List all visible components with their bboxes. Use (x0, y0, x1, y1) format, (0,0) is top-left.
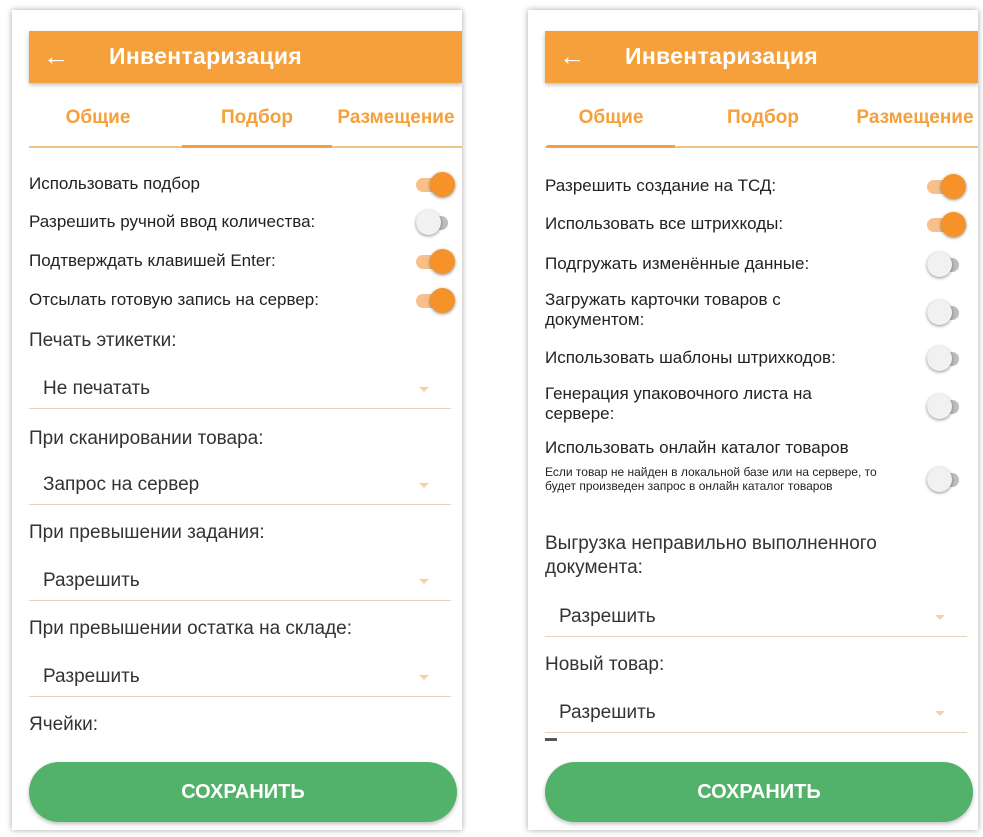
dropdown-caret-icon (419, 483, 429, 488)
setting-row: Разрешить создание на ТСД: (545, 174, 978, 200)
setting-label: Отсылать готовую запись на сервер: (29, 290, 319, 309)
dropdown-caret-icon (935, 615, 945, 620)
app-bar: ← Инвентаризация (29, 31, 462, 83)
select-value: Разрешить (559, 606, 656, 627)
print-label-select[interactable]: Не печатать (29, 372, 451, 409)
app-bar: ← Инвентаризация (545, 31, 978, 83)
label-cells: Ячейки: (29, 714, 99, 735)
label-upload-wrong-doc: Выгрузка неправильно выполненного докуме… (545, 533, 877, 578)
setting-label: Загружать карточки товаров с документом: (545, 290, 781, 329)
setting-label: Подгружать изменённые данные: (545, 254, 810, 273)
screen-general-settings: ← Инвентаризация Общие Подбор Размещение… (528, 10, 978, 830)
back-arrow-icon[interactable]: ← (559, 41, 585, 71)
page-title: Инвентаризация (625, 43, 819, 69)
packing-list-toggle[interactable] (927, 394, 961, 419)
setting-label: Подтверждать клавишей Enter: (29, 251, 276, 270)
tab-general[interactable]: Общие (547, 104, 675, 148)
clipped-text-fragment (545, 738, 557, 741)
confirm-enter-toggle[interactable] (416, 249, 455, 274)
manual-quantity-toggle[interactable] (416, 210, 450, 235)
label-new-product: Новый товар: (545, 654, 665, 675)
dropdown-caret-icon (419, 387, 429, 392)
setting-row: Использовать подбор (29, 172, 462, 198)
load-changed-data-toggle[interactable] (927, 252, 961, 277)
setting-label: Использовать шаблоны штрихкодов: (545, 348, 836, 367)
create-on-tsd-toggle[interactable] (927, 174, 966, 199)
label-task-exceed: При превышении задания: (29, 522, 265, 543)
tab-picking[interactable]: Подбор (703, 104, 823, 144)
select-value: Запрос на сервер (43, 474, 200, 495)
barcode-templates-toggle[interactable] (927, 346, 961, 371)
new-product-select[interactable]: Разрешить (545, 696, 967, 733)
load-product-cards-toggle[interactable] (927, 300, 961, 325)
setting-row: Генерация упаковочного листа на сервере: (545, 384, 978, 428)
save-button[interactable]: СОХРАНИТЬ (545, 762, 973, 822)
setting-label: Разрешить создание на ТСД: (545, 176, 777, 195)
use-picking-toggle[interactable] (416, 172, 455, 197)
setting-label: Генерация упаковочного листа на сервере: (545, 384, 812, 423)
setting-row: Подгружать изменённые данные: (545, 252, 978, 278)
label-scan: При сканировании товара: (29, 428, 264, 449)
all-barcodes-toggle[interactable] (927, 212, 966, 237)
select-value: Разрешить (43, 666, 140, 687)
upload-wrong-doc-select[interactable]: Разрешить (545, 600, 967, 637)
setting-label: Использовать все штрихкоды: (545, 214, 784, 233)
back-arrow-icon[interactable]: ← (43, 41, 69, 71)
setting-row: Подтверждать клавишей Enter: (29, 249, 462, 275)
tab-bar: Общие Подбор Размещение (29, 96, 462, 148)
select-value: Не печатать (43, 378, 151, 399)
setting-label: Разрешить ручной ввод количества: (29, 212, 316, 231)
setting-row: Загружать карточки товаров с документом: (545, 290, 978, 334)
tab-placement[interactable]: Размещение (845, 104, 978, 144)
setting-label: Использовать подбор (29, 174, 200, 193)
setting-row: Использовать онлайн каталог товаров Если… (545, 438, 978, 518)
page-title: Инвентаризация (109, 43, 303, 69)
setting-row: Отсылать готовую запись на сервер: (29, 288, 462, 314)
tab-bar: Общие Подбор Размещение (545, 96, 978, 148)
select-value: Разрешить (559, 702, 656, 723)
dropdown-caret-icon (419, 675, 429, 680)
send-record-toggle[interactable] (416, 288, 455, 313)
save-button[interactable]: СОХРАНИТЬ (29, 762, 457, 822)
stock-exceed-select[interactable]: Разрешить (29, 660, 451, 697)
setting-row: Использовать все штрихкоды: (545, 212, 978, 238)
dropdown-caret-icon (935, 711, 945, 716)
tab-picking[interactable]: Подбор (182, 104, 332, 148)
dropdown-caret-icon (419, 579, 429, 584)
setting-row: Использовать шаблоны штрихкодов: (545, 346, 978, 372)
setting-label: Использовать онлайн каталог товаров (545, 438, 849, 457)
tab-placement[interactable]: Размещение (331, 104, 461, 144)
on-scan-select[interactable]: Запрос на сервер (29, 468, 451, 505)
setting-row: Разрешить ручной ввод количества: (29, 210, 462, 236)
label-stock-exceed: При превышении остатка на складе: (29, 618, 353, 639)
screen-picking-settings: ← Инвентаризация Общие Подбор Размещение… (12, 10, 462, 830)
tab-general[interactable]: Общие (33, 104, 163, 144)
select-value: Разрешить (43, 570, 140, 591)
online-catalog-toggle[interactable] (927, 467, 961, 492)
online-catalog-hint: Если товар не найден в локальной базе ил… (545, 465, 877, 493)
task-exceed-select[interactable]: Разрешить (29, 564, 451, 601)
label-print: Печать этикетки: (29, 330, 177, 351)
